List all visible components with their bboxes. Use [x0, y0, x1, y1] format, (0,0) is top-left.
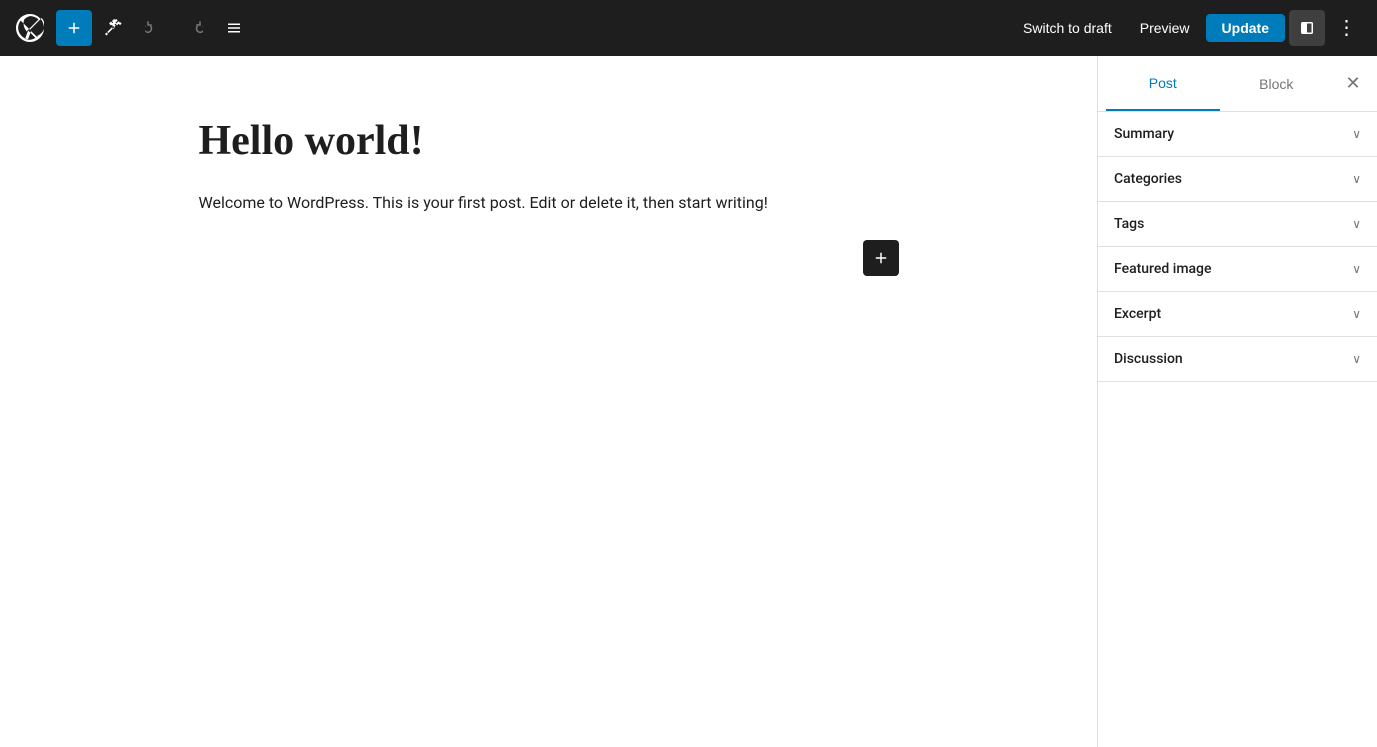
document-overview-button[interactable]	[216, 10, 252, 46]
section-featured-image-label: Featured image	[1114, 261, 1212, 277]
settings-panel-toggle[interactable]	[1289, 10, 1325, 46]
section-tags-chevron-icon: ∨	[1352, 217, 1361, 231]
undo-button[interactable]	[136, 10, 172, 46]
section-excerpt-header[interactable]: Excerpt ∨	[1098, 292, 1377, 336]
inline-plus-icon	[872, 249, 890, 267]
post-body[interactable]: Welcome to WordPress. This is your first…	[199, 190, 899, 216]
section-featured-image-header[interactable]: Featured image ∨	[1098, 247, 1377, 291]
list-view-icon	[225, 19, 243, 37]
redo-icon	[185, 19, 203, 37]
section-summary: Summary ∨	[1098, 112, 1377, 157]
more-options-icon: ⋮	[1337, 18, 1358, 38]
wp-logo-button[interactable]	[12, 10, 48, 46]
tab-block-label: Block	[1259, 76, 1293, 92]
section-categories-chevron-icon: ∨	[1352, 172, 1361, 186]
section-featured-image: Featured image ∨	[1098, 247, 1377, 292]
sidebar-close-button[interactable]: ✕	[1337, 68, 1369, 100]
editor-area[interactable]: Hello world! Welcome to WordPress. This …	[0, 56, 1097, 747]
tab-post-label: Post	[1149, 75, 1177, 91]
preview-label: Preview	[1140, 20, 1190, 36]
section-categories-header[interactable]: Categories ∨	[1098, 157, 1377, 201]
section-discussion: Discussion ∨	[1098, 337, 1377, 382]
section-tags-header[interactable]: Tags ∨	[1098, 202, 1377, 246]
editor-content: Hello world! Welcome to WordPress. This …	[199, 116, 899, 276]
settings-sidebar: Post Block ✕ Summary∨Categories∨Tags∨Fea…	[1097, 56, 1377, 747]
close-icon: ✕	[1345, 73, 1360, 94]
sidebar-sections: Summary∨Categories∨Tags∨Featured image∨E…	[1098, 112, 1377, 382]
section-excerpt-label: Excerpt	[1114, 306, 1161, 322]
section-categories: Categories ∨	[1098, 157, 1377, 202]
wp-logo-icon	[16, 14, 44, 42]
inline-add-block-button[interactable]	[863, 240, 899, 276]
switch-to-draft-button[interactable]: Switch to draft	[1011, 14, 1124, 42]
more-options-button[interactable]: ⋮	[1329, 10, 1365, 46]
preview-button[interactable]: Preview	[1128, 14, 1202, 42]
section-discussion-header[interactable]: Discussion ∨	[1098, 337, 1377, 381]
section-tags-label: Tags	[1114, 216, 1144, 232]
section-summary-label: Summary	[1114, 126, 1174, 142]
tab-block[interactable]: Block	[1220, 56, 1334, 111]
tab-post[interactable]: Post	[1106, 56, 1220, 111]
section-categories-label: Categories	[1114, 171, 1182, 187]
undo-icon	[145, 19, 163, 37]
section-summary-chevron-icon: ∨	[1352, 127, 1361, 141]
panel-toggle-icon	[1298, 19, 1316, 37]
section-summary-header[interactable]: Summary ∨	[1098, 112, 1377, 156]
section-featured-image-chevron-icon: ∨	[1352, 262, 1361, 276]
tools-button[interactable]	[96, 10, 132, 46]
update-label: Update	[1222, 20, 1269, 36]
tools-icon	[105, 19, 123, 37]
sidebar-tabs: Post Block ✕	[1098, 56, 1377, 112]
redo-button[interactable]	[176, 10, 212, 46]
switch-draft-label: Switch to draft	[1023, 20, 1112, 36]
section-discussion-chevron-icon: ∨	[1352, 352, 1361, 366]
section-excerpt-chevron-icon: ∨	[1352, 307, 1361, 321]
add-block-button[interactable]	[56, 10, 92, 46]
post-title[interactable]: Hello world!	[199, 116, 899, 166]
section-discussion-label: Discussion	[1114, 351, 1183, 367]
section-tags: Tags ∨	[1098, 202, 1377, 247]
section-excerpt: Excerpt ∨	[1098, 292, 1377, 337]
plus-icon	[65, 19, 83, 37]
top-toolbar: Switch to draft Preview Update ⋮	[0, 0, 1377, 56]
update-button[interactable]: Update	[1206, 14, 1285, 42]
main-area: Hello world! Welcome to WordPress. This …	[0, 56, 1377, 747]
